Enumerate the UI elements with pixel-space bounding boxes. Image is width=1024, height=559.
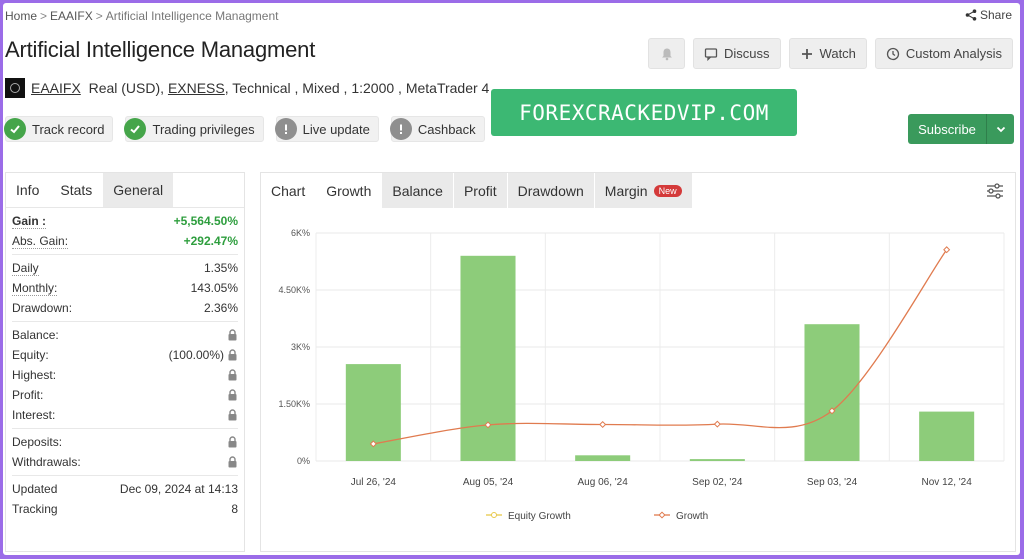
- stat-profit: Profit:: [12, 385, 238, 405]
- clock-icon: [886, 47, 900, 60]
- y-tick-label: 1.50K%: [278, 399, 310, 409]
- x-tick-label: Sep 03, '24: [807, 477, 858, 488]
- stat-tracking: Tracking 8: [12, 502, 238, 516]
- growth-bar[interactable]: [689, 459, 745, 461]
- x-tick-label: Sep 02, '24: [692, 477, 743, 488]
- tab-margin[interactable]: Margin New: [594, 173, 692, 208]
- stat-updated: Updated Dec 09, 2024 at 14:13: [12, 482, 238, 496]
- chart-tabs: Chart Growth Balance Profit Drawdown Mar…: [261, 173, 1015, 208]
- stat-balance: Balance:: [12, 325, 238, 345]
- stat-highest: Highest:: [12, 365, 238, 385]
- legend-equity-growth[interactable]: Equity Growth: [508, 511, 571, 522]
- header-actions: Discuss Watch Custom Analysis: [648, 38, 1013, 69]
- tab-profit[interactable]: Profit: [453, 173, 507, 208]
- tab-balance[interactable]: Balance: [382, 173, 453, 208]
- exclamation-icon: [399, 124, 402, 134]
- tab-info[interactable]: Info: [6, 173, 51, 207]
- new-badge: New: [653, 184, 682, 197]
- breadcrumb-current: Artificial Intelligence Managment: [105, 9, 279, 23]
- growth-bar[interactable]: [919, 411, 975, 461]
- x-tick-label: Aug 05, '24: [463, 477, 514, 488]
- broker-link[interactable]: EXNESS: [168, 80, 225, 96]
- lock-icon: [228, 409, 237, 421]
- growth-point[interactable]: [713, 420, 721, 428]
- chart-panel: Chart Growth Balance Profit Drawdown Mar…: [260, 172, 1016, 552]
- stat-deposits: Deposits:: [12, 432, 238, 452]
- tab-drawdown[interactable]: Drawdown: [507, 173, 594, 208]
- subscribe-dropdown[interactable]: [986, 114, 1014, 144]
- stat-abs-gain: Abs. Gain: +292.47%: [12, 233, 238, 249]
- discuss-button[interactable]: Discuss: [693, 38, 781, 69]
- growth-bar[interactable]: [575, 455, 631, 461]
- stat-monthly: Monthly: 143.05%: [12, 280, 238, 296]
- breadcrumb: Home > EAAIFX > Artificial Intelligence Mana…: [5, 9, 279, 23]
- plus-icon: [801, 48, 812, 59]
- tab-growth[interactable]: Growth: [316, 173, 382, 208]
- watermark-banner: FOREXCRACKEDVIP.COM: [491, 89, 797, 136]
- check-icon: [130, 125, 141, 134]
- tab-stats[interactable]: Stats: [50, 173, 104, 207]
- stat-drawdown: Drawdown: 2.36%: [12, 301, 238, 315]
- lock-icon: [228, 329, 237, 341]
- subscribe-button[interactable]: Subscribe: [908, 114, 1014, 144]
- share-button[interactable]: Share: [965, 8, 1012, 22]
- user-avatar[interactable]: [5, 78, 25, 98]
- badge-track-record[interactable]: Track record: [4, 116, 114, 142]
- tab-general[interactable]: General: [103, 173, 175, 207]
- lock-icon: [228, 389, 237, 401]
- y-tick-label: 6K%: [291, 228, 310, 238]
- stats-panel: Info Stats General Gain : +5,564.50% Abs.…: [5, 172, 245, 552]
- stat-interest: Interest:: [12, 405, 238, 425]
- badge-live-update[interactable]: Live update: [274, 116, 379, 142]
- account-meta: EAAIFX Real (USD), EXNESS , Technical , …: [5, 78, 489, 98]
- exclamation-icon: [284, 124, 287, 134]
- legend-growth[interactable]: Growth: [676, 511, 708, 522]
- growth-bar[interactable]: [460, 255, 516, 461]
- share-label: Share: [979, 8, 1012, 22]
- badge-cashback[interactable]: Cashback: [389, 116, 485, 142]
- stats-tabs: Info Stats General: [6, 173, 244, 208]
- page-title: Artificial Intelligence Managment: [5, 37, 316, 62]
- watch-button[interactable]: Watch: [788, 38, 867, 69]
- y-tick-label: 3K%: [291, 342, 310, 352]
- x-tick-label: Aug 06, '24: [578, 477, 629, 488]
- tab-chart[interactable]: Chart: [261, 173, 316, 208]
- chat-icon: [704, 47, 718, 61]
- notify-button[interactable]: [648, 38, 686, 69]
- lock-icon: [228, 436, 237, 448]
- account-type: Real (USD),: [88, 80, 165, 96]
- breadcrumb-home[interactable]: Home: [5, 9, 37, 23]
- account-details: , Technical , Mixed , 1:2000 , MetaTrade…: [224, 80, 490, 96]
- stat-equity: Equity: (100.00%): [12, 345, 238, 365]
- stats-list: Gain : +5,564.50% Abs. Gain: +292.47% Dail…: [6, 208, 244, 522]
- custom-analysis-button[interactable]: Custom Analysis: [874, 38, 1013, 69]
- stat-withdrawals: Withdrawals:: [12, 452, 238, 472]
- breadcrumb-eaaifx[interactable]: EAAIFX: [50, 9, 93, 23]
- page: Home > EAAIFX > Artificial Intelligence Mana…: [3, 3, 1020, 555]
- x-tick-label: Nov 12, '24: [922, 477, 973, 488]
- lock-icon: [228, 456, 237, 468]
- legend-growth-marker: [658, 511, 666, 519]
- lock-icon: [228, 369, 237, 381]
- x-tick-label: Jul 26, '24: [351, 477, 397, 488]
- stat-gain: Gain : +5,564.50%: [12, 213, 238, 229]
- y-tick-label: 4.50K%: [278, 285, 310, 295]
- growth-point[interactable]: [599, 420, 607, 429]
- badge-trading-privileges[interactable]: Trading privileges: [124, 116, 264, 142]
- chevron-down-icon: [996, 126, 1005, 133]
- bell-icon: [661, 48, 672, 60]
- subscribe-label: Subscribe: [918, 121, 976, 137]
- status-badges: Track record Trading privileges Live upd…: [4, 116, 485, 142]
- y-tick-label: 0%: [297, 456, 310, 466]
- check-icon: [10, 125, 20, 134]
- lock-icon: [228, 349, 237, 361]
- stat-daily: Daily 1.35%: [12, 260, 238, 276]
- legend-equity-marker: [491, 512, 497, 518]
- filter-settings-icon[interactable]: [985, 181, 1005, 201]
- growth-chart: 0% 1.50K% 3K% 4.50K% 6K% Jul 26, '24 Aug 05, '…: [278, 228, 1005, 522]
- user-link[interactable]: EAAIFX: [31, 80, 81, 96]
- share-icon: [965, 9, 977, 21]
